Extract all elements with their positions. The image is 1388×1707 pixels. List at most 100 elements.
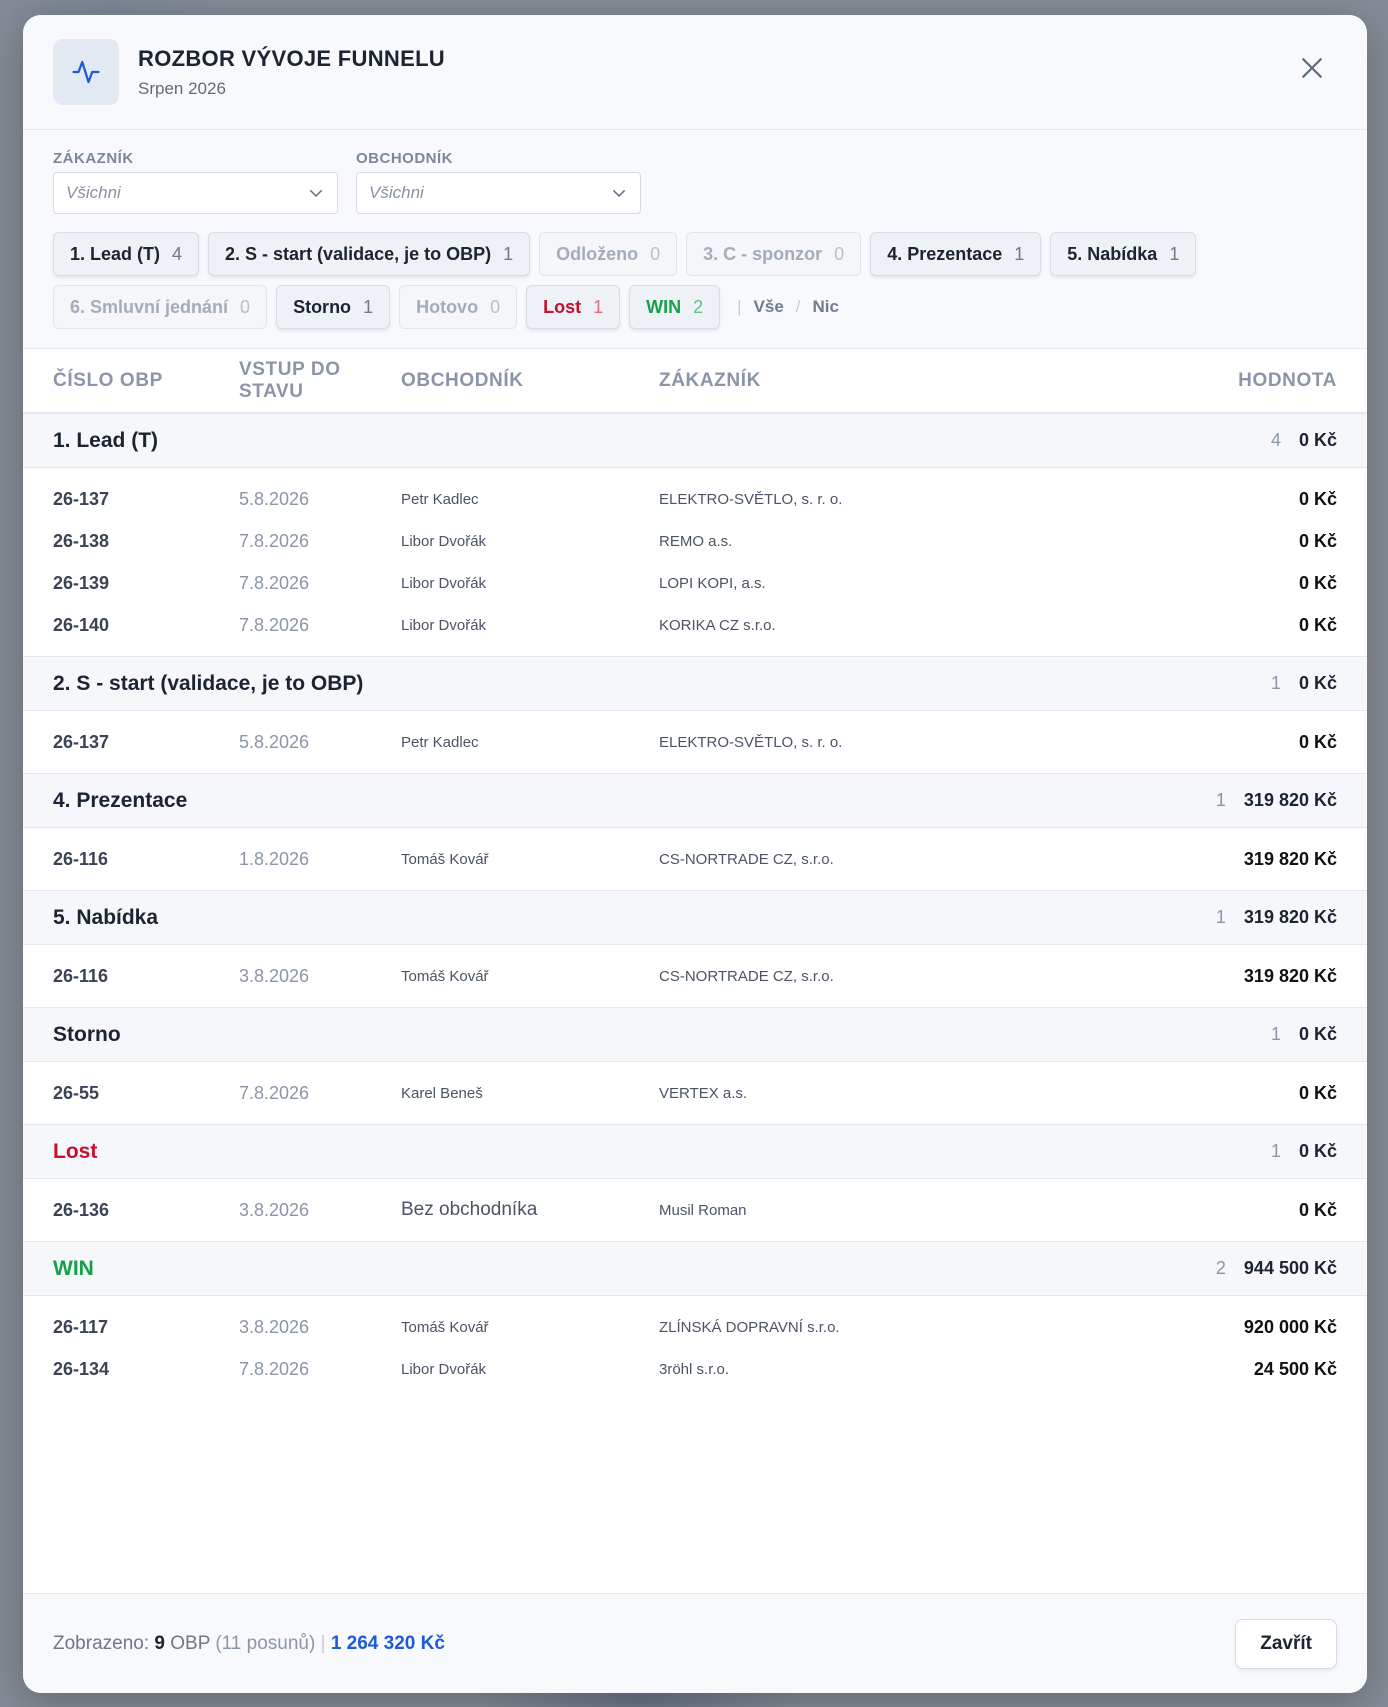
stage-chip[interactable]: Hotovo 0: [399, 285, 518, 329]
stage-chip[interactable]: 4. Prezentace 1: [870, 232, 1042, 276]
obp-number: 26-140: [53, 614, 110, 635]
obp-number: 26-55: [53, 1082, 100, 1103]
row-value: 0 Kč: [1298, 1082, 1337, 1103]
group-header: 1. Lead (T) 4 0 Kč: [23, 413, 1367, 468]
group-rows: 26-116 1.8.2026 Tomáš Kovář CS-NORTRADE CZ,…: [23, 828, 1367, 890]
salesperson-name: Karel Beneš: [401, 1084, 483, 1102]
customer-name: CS-NORTRADE CZ, s.r.o.: [659, 850, 834, 868]
col-value-header: HODNOTA: [1238, 369, 1337, 391]
stage-chip[interactable]: 2. S - start (validace, je to OBP) 1: [208, 232, 531, 276]
group-name: 5. Nabídka: [53, 905, 159, 929]
table-row[interactable]: 26-137 5.8.2026 Petr Kadlec ELEKTRO-SVĚTLO,…: [23, 721, 1367, 763]
group-name: 1. Lead (T): [53, 428, 159, 452]
customer-name: ELEKTRO-SVĚTLO, s. r. o.: [659, 490, 843, 508]
table-row[interactable]: 26-116 3.8.2026 Tomáš Kovář CS-NORTRADE CZ,…: [23, 955, 1367, 997]
funnel-table: ČÍSLO OBP VSTUP DO STAVU OBCHODNÍK ZÁKAZ…: [23, 349, 1367, 1593]
table-row[interactable]: 26-116 1.8.2026 Tomáš Kovář CS-NORTRADE CZ,…: [23, 838, 1367, 880]
customer-name: VERTEX a.s.: [659, 1084, 748, 1102]
close-button[interactable]: Zavřít: [1235, 1618, 1337, 1669]
modal-title: ROZBOR VÝVOJE FUNNELU: [138, 45, 445, 71]
salesperson-name: Tomáš Kovář: [401, 967, 489, 985]
salesperson-name: Libor Dvořák: [401, 574, 487, 592]
salesperson-name: Libor Dvořák: [401, 1360, 487, 1378]
filter-panel: ZÁKAZNÍK Všichni OBCHODNÍK Všichni 1. Le…: [23, 130, 1367, 349]
table-row[interactable]: 26-138 7.8.2026 Libor Dvořák REMO a.s. 0 Kč: [23, 520, 1367, 562]
table-body: 1. Lead (T) 4 0 Kč 26-137 5.8.2026 Petr Kadle…: [23, 413, 1367, 1400]
salesperson-name: Petr Kadlec: [401, 733, 479, 751]
stage-chip-label: Storno: [293, 296, 352, 317]
customer-select[interactable]: Všichni: [53, 172, 338, 214]
table-row[interactable]: 26-134 7.8.2026 Libor Dvořák 3röhl s.r.o. 24…: [23, 1348, 1367, 1390]
stage-chip-label: Lost: [543, 296, 582, 317]
entry-date: 3.8.2026: [239, 1316, 310, 1337]
chip-select-links: | Vše / Nic: [729, 285, 839, 329]
table-row[interactable]: 26-137 5.8.2026 Petr Kadlec ELEKTRO-SVĚTLO,…: [23, 478, 1367, 520]
stage-chip-bar: 1. Lead (T) 4 2. S - start (validace, je t…: [53, 232, 1293, 329]
customer-name: LOPI KOPI, a.s.: [659, 574, 766, 592]
group-name: 4. Prezentace: [53, 788, 188, 812]
entry-date: 7.8.2026: [239, 572, 310, 593]
stage-chip-count: 4: [172, 243, 183, 264]
salesperson-filter-label: OBCHODNÍK: [356, 150, 453, 167]
stage-chip[interactable]: 6. Smluvní jednání 0: [53, 285, 268, 329]
group-count: 1: [1270, 673, 1281, 693]
table-row[interactable]: 26-140 7.8.2026 Libor Dvořák KORIKA CZ s.r.…: [23, 604, 1367, 646]
group-header: Lost 1 0 Kč: [23, 1124, 1367, 1179]
footer-shown-label: Zobrazeno:: [53, 1632, 150, 1654]
footer-total: 1 264 320 Kč: [330, 1632, 445, 1654]
group-count: 1: [1270, 1141, 1281, 1161]
group-total: 0 Kč: [1298, 1024, 1337, 1044]
stage-chip-label: 6. Smluvní jednání: [70, 296, 229, 317]
row-value: 0 Kč: [1298, 1199, 1337, 1220]
customer-name: CS-NORTRADE CZ, s.r.o.: [659, 967, 834, 985]
row-value: 920 000 Kč: [1243, 1316, 1337, 1337]
select-all-link[interactable]: Vše: [754, 297, 784, 317]
table-row[interactable]: 26-139 7.8.2026 Libor Dvořák LOPI KOPI, a.s…: [23, 562, 1367, 604]
close-icon[interactable]: [1297, 53, 1327, 83]
customer-name: Musil Roman: [659, 1201, 747, 1219]
group-total: 319 820 Kč: [1243, 907, 1337, 927]
footer-unit: OBP: [170, 1632, 211, 1654]
row-value: 0 Kč: [1298, 572, 1337, 593]
table-row[interactable]: 26-55 7.8.2026 Karel Beneš VERTEX a.s. 0 Kč: [23, 1072, 1367, 1114]
col-entry-header: VSTUP DO STAVU: [239, 358, 341, 402]
stage-chip-label: Odloženo: [556, 243, 639, 264]
col-salesperson-header: OBCHODNÍK: [401, 369, 524, 391]
customer-select-value: Všichni: [66, 183, 121, 202]
stage-chip[interactable]: 3. C - sponzor 0: [686, 232, 862, 276]
group-header: 2. S - start (validace, je to OBP) 1 0 Kč: [23, 656, 1367, 711]
group-total: 944 500 Kč: [1243, 1258, 1337, 1278]
entry-date: 1.8.2026: [239, 848, 310, 869]
row-value: 24 500 Kč: [1253, 1358, 1337, 1379]
salesperson-select[interactable]: Všichni: [356, 172, 641, 214]
chip-links-divider: |: [737, 297, 742, 316]
table-header: ČÍSLO OBP VSTUP DO STAVU OBCHODNÍK ZÁKAZ…: [23, 349, 1367, 413]
stage-chip-count: 0: [834, 243, 845, 264]
entry-date: 7.8.2026: [239, 530, 310, 551]
modal-footer: Zobrazeno: 9 OBP (11 posunů) | 1 264 320…: [23, 1593, 1367, 1693]
entry-date: 3.8.2026: [239, 965, 310, 986]
stage-chip[interactable]: 5. Nabídka 1: [1050, 232, 1197, 276]
table-row[interactable]: 26-136 3.8.2026 Bez obchodníka Musil Roman 0…: [23, 1189, 1367, 1231]
chevron-down-icon: [613, 190, 625, 198]
entry-date: 7.8.2026: [239, 1358, 310, 1379]
salesperson-name: Tomáš Kovář: [401, 1318, 489, 1336]
stage-chip[interactable]: Odloženo 0: [539, 232, 678, 276]
stage-chip[interactable]: Storno 1: [276, 285, 391, 329]
obp-number: 26-116: [53, 965, 109, 986]
row-value: 0 Kč: [1298, 614, 1337, 635]
salesperson-name: Tomáš Kovář: [401, 850, 489, 868]
footer-moves: (11 posunů): [215, 1632, 316, 1654]
table-row[interactable]: 26-117 3.8.2026 Tomáš Kovář ZLÍNSKÁ DOPRAVN…: [23, 1306, 1367, 1348]
group-count: 1: [1270, 1024, 1281, 1044]
group-total: 0 Kč: [1298, 430, 1337, 450]
entry-date: 7.8.2026: [239, 614, 310, 635]
salesperson-name: Libor Dvořák: [401, 532, 487, 550]
select-none-link[interactable]: Nic: [813, 297, 839, 317]
stage-chip[interactable]: WIN 2: [629, 285, 721, 329]
customer-name: ZLÍNSKÁ DOPRAVNÍ s.r.o.: [659, 1318, 840, 1336]
stage-chip[interactable]: Lost 1: [526, 285, 621, 329]
stage-chip-count: 1: [503, 243, 514, 264]
stage-chip[interactable]: 1. Lead (T) 4: [53, 232, 200, 276]
group-header: Storno 1 0 Kč: [23, 1007, 1367, 1062]
